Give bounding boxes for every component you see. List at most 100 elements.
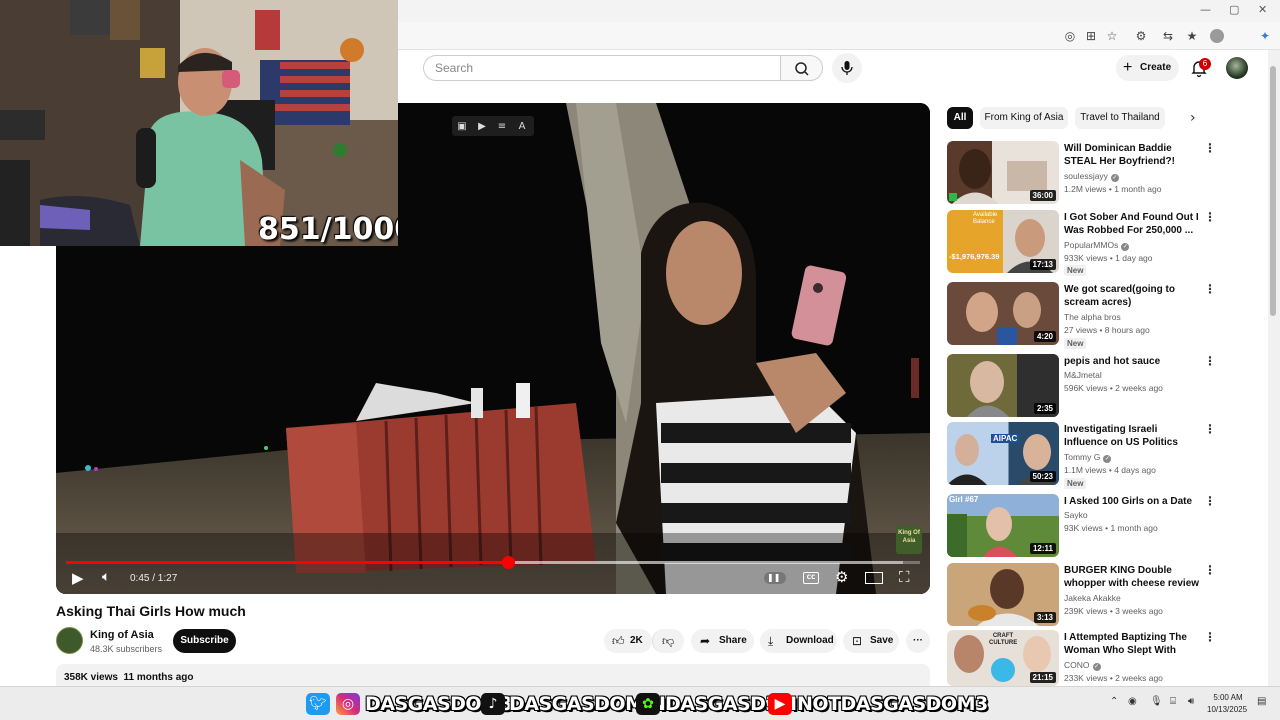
scrollbar-thumb[interactable]: [1270, 66, 1276, 316]
translate-icon[interactable]: A: [512, 117, 532, 137]
like-button[interactable]: 👍︎ 2K: [604, 629, 652, 653]
dislike-button[interactable]: 👎︎: [652, 629, 684, 653]
captions-icon[interactable]: CC: [803, 572, 819, 584]
more-vertical-icon[interactable]: ⋮: [1204, 422, 1216, 436]
chip-from-king-of-asia[interactable]: From King of Asia: [980, 107, 1068, 129]
volume-icon[interactable]: 🔊︎: [1188, 696, 1194, 707]
maximize-icon[interactable]: ▢: [1229, 3, 1239, 16]
recommended-video-title[interactable]: Will Dominican Baddie STEAL Her Boyfrien…: [1064, 142, 1202, 168]
apps-icon[interactable]: ⊞: [1083, 28, 1099, 44]
more-vertical-icon[interactable]: ⋮: [1204, 282, 1216, 296]
taskbar-clock-time[interactable]: 5:00 AM: [1210, 693, 1246, 702]
autoplay-toggle[interactable]: ❚❚: [764, 572, 786, 584]
video-thumbnail[interactable]: AIPAC 50:23: [947, 422, 1059, 485]
video-thumbnail[interactable]: CRAFT CULTURE 21:15: [947, 630, 1059, 686]
taskbar-clock-date[interactable]: 10/13/2025: [1207, 705, 1247, 714]
video-thumbnail[interactable]: Available Balance -$1,976,976.39 17:13: [947, 210, 1059, 273]
voice-search-button[interactable]: [832, 53, 862, 83]
recommended-video-title[interactable]: I Got Sober And Found Out I Was Robbed F…: [1064, 211, 1202, 237]
chevron-right-icon[interactable]: ›: [1190, 110, 1196, 126]
theater-mode-icon[interactable]: [865, 572, 883, 584]
more-actions-button[interactable]: ···: [906, 629, 930, 653]
recommended-video[interactable]: 4:20 We got scared(going to scream acres…: [947, 282, 1217, 349]
video-thumbnail[interactable]: 2:35: [947, 354, 1059, 417]
transcript-icon[interactable]: ≡: [492, 117, 512, 137]
progress-bar[interactable]: [66, 556, 920, 569]
favorite-star-icon[interactable]: ☆: [1104, 28, 1120, 44]
minimize-icon[interactable]: —: [1200, 3, 1211, 16]
recommended-video[interactable]: 3:13 BURGER KING Double whopper with che…: [947, 563, 1217, 627]
share-button[interactable]: ➦ Share: [691, 629, 754, 653]
recommended-video[interactable]: CRAFT CULTURE 21:15 I Attempted Baptizin…: [947, 630, 1217, 694]
more-vertical-icon[interactable]: ⋮: [1204, 141, 1216, 155]
more-vertical-icon[interactable]: ⋮: [1204, 354, 1216, 368]
more-vertical-icon[interactable]: ⋮: [1204, 630, 1216, 644]
download-button[interactable]: ⤓ Download: [760, 629, 837, 653]
recommended-video-title[interactable]: BURGER KING Double whopper with cheese r…: [1064, 564, 1202, 590]
recommended-video-title[interactable]: pepis and hot sauce: [1064, 355, 1202, 368]
recommended-video-channel: PopularMMOs ✓: [1064, 240, 1130, 251]
search-input[interactable]: Search: [423, 55, 781, 81]
channel-watermark[interactable]: King Of Asia: [896, 526, 922, 554]
profile-icon[interactable]: [1210, 29, 1224, 43]
thumbs-down-icon: 👎︎: [662, 634, 675, 648]
chip-travel-to-thailand[interactable]: Travel to Thailand: [1075, 107, 1165, 129]
more-vertical-icon[interactable]: ⋮: [1204, 494, 1216, 508]
volume-icon[interactable]: 🔈︎: [102, 569, 110, 585]
pip-icon[interactable]: ▶: [472, 117, 492, 137]
collections-icon[interactable]: ★: [1184, 28, 1200, 44]
recommended-video-meta: 933K views • 1 day ago: [1064, 253, 1153, 263]
thumbnail-caption: -$1,976,976.39: [949, 252, 1000, 261]
recommended-video[interactable]: 36:00 Will Dominican Baddie STEAL Her Bo…: [947, 141, 1217, 205]
chevron-up-icon[interactable]: ⌃: [1110, 696, 1118, 707]
copilot-icon[interactable]: ✦: [1257, 28, 1273, 44]
app-tray-icon[interactable]: ◉: [1128, 696, 1137, 707]
search-button[interactable]: [780, 55, 823, 81]
player-top-overlay-icons: ▣ ▶ ≡ A: [452, 116, 534, 136]
channel-avatar[interactable]: [56, 627, 83, 654]
webcam-overlay: 851/1000: [0, 0, 398, 246]
notification-count-badge: 6: [1199, 58, 1211, 70]
network-icon[interactable]: ⌸: [1170, 696, 1176, 707]
recommended-video-title[interactable]: I Attempted Baptizing The Woman Who Slep…: [1064, 631, 1202, 657]
recommended-video[interactable]: AIPAC 50:23 Investigating Israeli Influe…: [947, 422, 1217, 489]
stream-socials-banner: 🐦︎ ◎ DASGASDOM3 ♪ DASGASDOMINI ✿ DASGASD…: [303, 688, 988, 720]
new-badge: New: [1064, 265, 1087, 276]
stream-counter: 851/1000: [258, 212, 398, 246]
notification-center-icon[interactable]: ▤: [1257, 696, 1266, 707]
recommended-video-title[interactable]: We got scared(going to scream acres): [1064, 283, 1202, 309]
recommended-video-meta: 1.2M views • 1 month ago: [1064, 184, 1162, 194]
settings-gear-icon[interactable]: ⚙: [835, 568, 848, 586]
chip-all[interactable]: All: [947, 107, 973, 129]
account-avatar[interactable]: [1226, 57, 1248, 79]
recommended-video-title[interactable]: Investigating Israeli Influence on US Po…: [1064, 423, 1202, 449]
more-vertical-icon[interactable]: ⋮: [1204, 563, 1216, 577]
recommended-video[interactable]: Available Balance -$1,976,976.39 17:13 I…: [947, 210, 1217, 276]
like-count: 2K: [630, 635, 643, 646]
video-thumbnail[interactable]: 36:00: [947, 141, 1059, 204]
play-icon[interactable]: ▶: [72, 569, 84, 587]
recommended-video-title[interactable]: I Asked 100 Girls on a Date: [1064, 495, 1202, 508]
extensions-icon[interactable]: ⚙: [1133, 28, 1149, 44]
more-vertical-icon[interactable]: ⋮: [1204, 210, 1216, 224]
translate-icon[interactable]: ◎: [1062, 28, 1078, 44]
youtube-icon: ▶: [768, 693, 792, 715]
video-duration: 36:00: [1029, 190, 1056, 201]
close-icon[interactable]: ✕: [1258, 3, 1267, 16]
video-thumbnail[interactable]: 4:20: [947, 282, 1059, 345]
recommended-video[interactable]: Girl #67 12:11 I Asked 100 Girls on a Da…: [947, 494, 1217, 558]
scrubber-handle[interactable]: [501, 556, 515, 569]
split-screen-icon[interactable]: ⇆: [1160, 28, 1176, 44]
miniplayer-icon[interactable]: ▣: [452, 117, 472, 137]
channel-name[interactable]: King of Asia: [90, 629, 154, 641]
video-thumbnail[interactable]: Girl #67 12:11: [947, 494, 1059, 557]
microphone-icon[interactable]: 🎙︎: [1150, 696, 1163, 707]
fullscreen-icon[interactable]: ⛶: [899, 568, 910, 586]
video-duration: 12:11: [1029, 543, 1056, 554]
create-button[interactable]: + Create: [1116, 55, 1179, 81]
save-button[interactable]: ⊡ Save: [843, 629, 899, 653]
recommended-video[interactable]: 2:35 pepis and hot sauce M&Jmetal 596K v…: [947, 354, 1217, 418]
save-label: Save: [870, 635, 894, 646]
subscribe-button[interactable]: Subscribe: [173, 629, 236, 653]
video-thumbnail[interactable]: 3:13: [947, 563, 1059, 626]
